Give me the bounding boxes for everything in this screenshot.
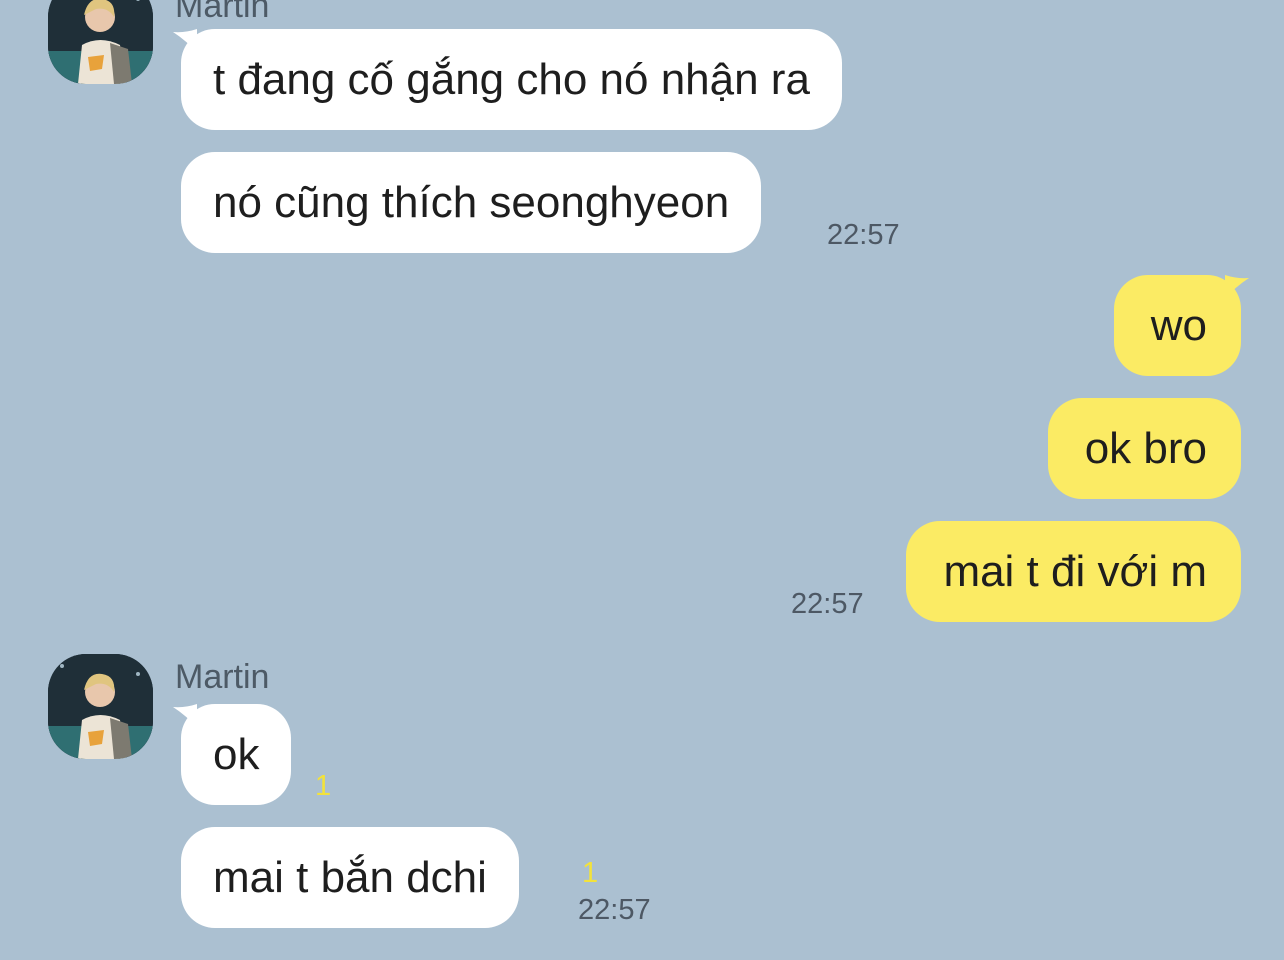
profile-photo-icon bbox=[48, 654, 153, 759]
message-timestamp: 22:57 bbox=[578, 894, 651, 926]
message-bubble-incoming[interactable]: t đang cố gắng cho nó nhận ra bbox=[173, 29, 842, 130]
message-bubble-incoming[interactable]: nó cũng thích seonghyeon bbox=[181, 152, 762, 253]
sender-name: Martin bbox=[175, 658, 270, 696]
chat-thread: Martin t đang cố gắng cho nó nhận ra nó … bbox=[0, 0, 1284, 960]
sender-avatar[interactable] bbox=[48, 0, 153, 84]
message-text: mai t đi với m bbox=[943, 547, 1207, 596]
bubble-tail bbox=[173, 704, 197, 728]
message-text: wo bbox=[1150, 301, 1207, 350]
message-bubble-incoming[interactable]: mai t bắn dchi bbox=[181, 827, 519, 928]
message-text: t đang cố gắng cho nó nhận ra bbox=[213, 55, 810, 104]
profile-photo-icon bbox=[48, 0, 153, 84]
sender-avatar[interactable] bbox=[48, 654, 153, 759]
message-timestamp: 22:57 bbox=[791, 588, 864, 620]
message-bubble-outgoing[interactable]: mai t đi với m bbox=[906, 521, 1241, 622]
message-text: mai t bắn dchi bbox=[213, 853, 487, 902]
message-text: ok bbox=[213, 730, 260, 779]
bubble-tail bbox=[173, 29, 197, 53]
message-bubble-incoming[interactable]: ok bbox=[173, 704, 292, 805]
message-timestamp: 22:57 bbox=[827, 219, 900, 251]
unread-count: 1 bbox=[582, 857, 599, 889]
message-bubble-outgoing[interactable]: ok bro bbox=[1047, 398, 1241, 499]
sender-name: Martin bbox=[175, 0, 270, 25]
unread-count: 1 bbox=[315, 770, 332, 802]
message-text: ok bro bbox=[1084, 424, 1207, 473]
message-bubble-outgoing[interactable]: wo bbox=[1113, 275, 1249, 376]
bubble-tail bbox=[1225, 275, 1249, 299]
message-text: nó cũng thích seonghyeon bbox=[213, 178, 730, 227]
